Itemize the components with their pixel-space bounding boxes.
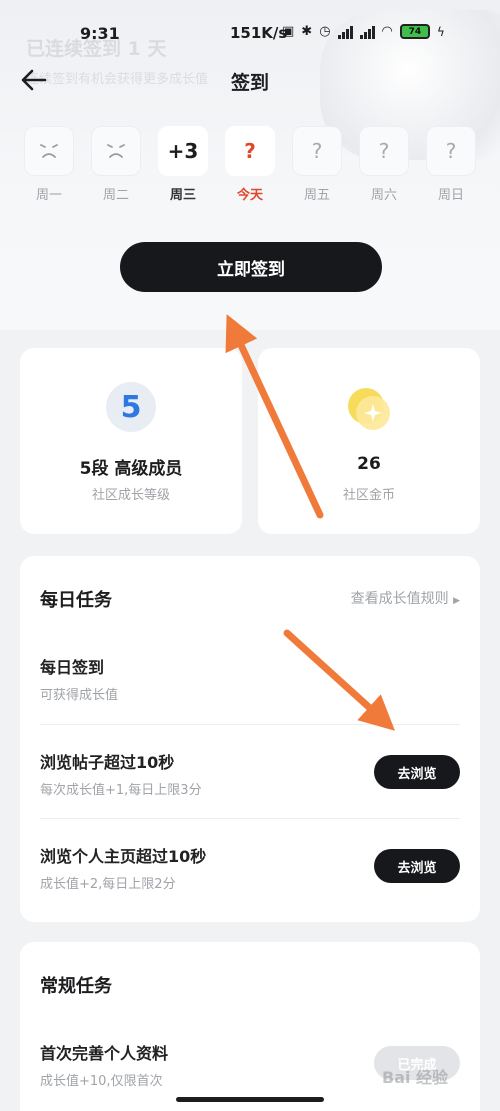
task-name: 首次完善个人资料 — [40, 1044, 169, 1063]
bluetooth-icon: ✱ — [301, 24, 313, 39]
day-sun: ? 周日 — [426, 126, 476, 203]
day-label: 周六 — [370, 188, 397, 203]
day-fri: ? 周五 — [292, 126, 342, 203]
day-label: 周五 — [303, 188, 330, 203]
daily-tasks-card: 每日任务 查看成长值规则 ▶ 每日签到 可获得成长值 浏览帖子超过10秒 每次成… — [20, 556, 480, 922]
daily-tasks-title: 每日任务 — [40, 590, 112, 611]
network-speed: 151K/s — [230, 24, 288, 42]
task-row: 每日签到 可获得成长值 — [40, 630, 460, 724]
frown-icon — [24, 126, 74, 176]
coin-icon — [348, 388, 390, 430]
nfc-icon: ▣ — [282, 24, 295, 39]
day-label: 周一 — [35, 188, 62, 203]
browse-posts-button[interactable]: 去浏览 — [374, 755, 460, 789]
task-row: 首次完善个人资料 成长值+10,仅限首次 已完成 — [40, 1016, 460, 1110]
week-calendar: 周一 周二 +3 周三 ? 今天 ? 周五 ? 周六 ? 周日 — [24, 126, 476, 203]
status-icons: ▣ ✱ ◷ ◠ 74 ϟ — [282, 24, 445, 39]
day-today: ? 今天 — [225, 126, 275, 203]
signal-icon — [359, 25, 375, 39]
level-value: 5段 高级成员 — [79, 459, 183, 479]
watermark: Bai 经验 — [382, 1068, 449, 1087]
level-label: 社区成长等级 — [91, 488, 170, 503]
day-reward: ? — [292, 126, 342, 176]
coins-card[interactable]: 26 社区金币 — [258, 348, 480, 534]
signin-button[interactable]: 立即签到 — [120, 242, 382, 292]
task-row: 浏览个人主页超过10秒 成长值+2,每日上限2分 去浏览 — [40, 818, 460, 912]
status-bar: 9:31 151K/s ▣ ✱ ◷ ◠ 74 ϟ — [0, 0, 500, 48]
day-reward: ? — [359, 126, 409, 176]
coins-label: 社区金币 — [342, 488, 395, 503]
coins-value: 26 — [357, 454, 381, 474]
growth-rules-link[interactable]: 查看成长值规则 ▶ — [351, 588, 460, 608]
day-label: 周二 — [102, 188, 129, 203]
task-name: 浏览个人主页超过10秒 — [40, 847, 207, 866]
alarm-icon: ◷ — [319, 24, 331, 39]
day-reward: +3 — [158, 126, 208, 176]
day-mon: 周一 — [24, 126, 74, 203]
battery-icon: 74 — [399, 24, 430, 39]
signal-icon — [337, 25, 353, 39]
day-tue: 周二 — [91, 126, 141, 203]
day-sat: ? 周六 — [359, 126, 409, 203]
triangle-right-icon: ▶ — [453, 596, 460, 606]
level-card[interactable]: 5 5段 高级成员 社区成长等级 — [20, 348, 242, 534]
task-row: 浏览帖子超过10秒 每次成长值+1,每日上限3分 去浏览 — [40, 724, 460, 818]
nav-bar: 签到 — [0, 60, 500, 100]
charging-icon: ϟ — [436, 24, 445, 39]
regular-tasks-title: 常规任务 — [40, 976, 112, 997]
task-name: 每日签到 — [40, 658, 105, 677]
status-time: 9:31 — [80, 24, 120, 43]
day-reward: ? — [426, 126, 476, 176]
task-desc: 成长值+10,仅限首次 — [40, 1074, 163, 1089]
browse-profile-button[interactable]: 去浏览 — [374, 849, 460, 883]
growth-rules-link-label: 查看成长值规则 — [350, 591, 449, 607]
day-label: 周日 — [437, 188, 464, 203]
day-wed: +3 周三 — [158, 126, 208, 203]
page-title: 签到 — [230, 72, 269, 94]
day-label: 周三 — [169, 188, 196, 203]
home-indicator — [176, 1097, 324, 1102]
day-label: 今天 — [236, 188, 263, 203]
level-badge-icon: 5 — [106, 382, 156, 432]
task-desc: 可获得成长值 — [40, 688, 119, 703]
day-reward: ? — [225, 126, 275, 176]
task-desc: 每次成长值+1,每日上限3分 — [40, 783, 202, 798]
frown-icon — [91, 126, 141, 176]
task-desc: 成长值+2,每日上限2分 — [40, 877, 176, 892]
wifi-icon: ◠ — [381, 24, 393, 39]
task-name: 浏览帖子超过10秒 — [40, 753, 175, 772]
